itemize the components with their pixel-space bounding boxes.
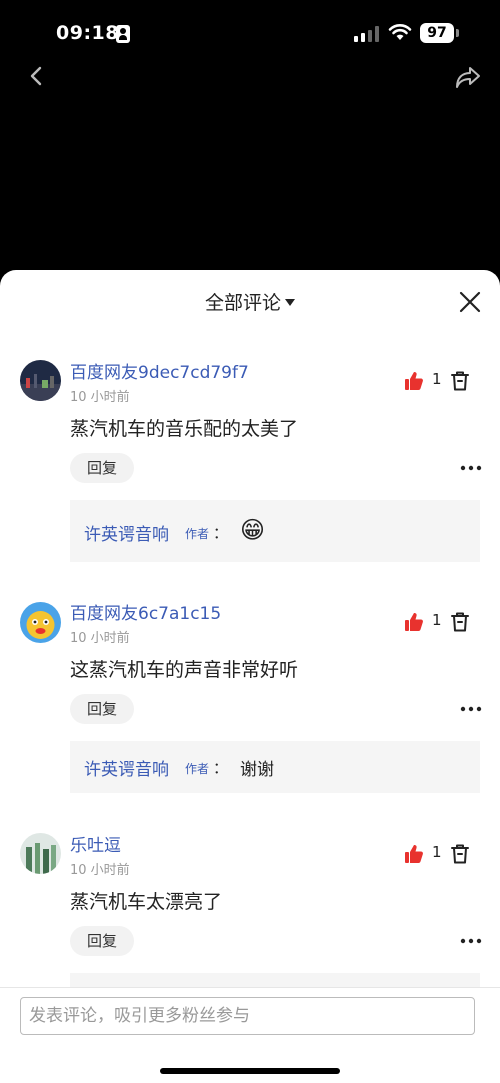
sort-dropdown[interactable]: 全部评论 — [0, 288, 500, 315]
like-button[interactable]: 1 — [404, 369, 444, 393]
user-name[interactable]: 百度网友9dec7cd79f7 — [70, 358, 249, 383]
reply-content: 谢谢 — [240, 760, 274, 780]
avatar[interactable] — [20, 360, 61, 401]
thumbs-up-icon — [405, 372, 423, 390]
comment-input[interactable] — [20, 997, 475, 1035]
close-icon[interactable] — [458, 290, 482, 314]
trash-icon[interactable] — [451, 612, 469, 632]
comment-time: 10 小时前 — [70, 863, 130, 878]
thumbs-up-icon — [405, 613, 423, 631]
status-bar: 09:18 97 — [0, 0, 500, 64]
comment-sheet: 全部评论 百度网友9dec7cd79f7 10 小时前 蒸汽机车的音乐配的太美了… — [0, 270, 500, 1083]
share-icon[interactable] — [454, 64, 482, 90]
reply-button[interactable]: 回复 — [70, 926, 134, 956]
sheet-title-label: 全部评论 — [204, 292, 281, 314]
wifi-icon — [388, 24, 412, 40]
reply-author[interactable]: 许英谔音响 — [84, 755, 169, 780]
reply-button[interactable]: 回复 — [70, 453, 134, 483]
back-icon[interactable] — [26, 64, 50, 88]
battery-level: 97 — [420, 23, 454, 43]
sheet-header: 全部评论 — [0, 270, 500, 334]
more-icon[interactable] — [459, 705, 483, 713]
comment-time: 10 小时前 — [70, 631, 130, 646]
avatar[interactable] — [20, 833, 61, 874]
comment-text: 蒸汽机车太漂亮了 — [70, 891, 223, 913]
comment-time: 10 小时前 — [70, 390, 130, 405]
status-time: 09:18 — [56, 22, 119, 44]
battery-tip — [456, 29, 459, 37]
reply-content: 😁 — [240, 516, 266, 544]
signal-icon — [354, 26, 379, 42]
author-tag: 作者 — [185, 527, 210, 541]
author-reply[interactable]: 许英谔音响 作者 ： 谢谢 — [70, 741, 480, 793]
comment-text: 这蒸汽机车的声音非常好听 — [70, 659, 299, 681]
like-button[interactable]: 1 — [404, 610, 444, 634]
like-button[interactable]: 1 — [404, 842, 444, 866]
more-icon[interactable] — [459, 464, 483, 472]
thumbs-up-icon — [405, 845, 423, 863]
reply-author[interactable]: 许英谔音响 — [84, 520, 169, 545]
id-card-icon — [116, 25, 130, 43]
avatar[interactable] — [20, 602, 61, 643]
like-count: 1 — [432, 611, 442, 629]
comment-input-bar — [0, 987, 500, 1083]
reply-colon: ： — [213, 524, 229, 542]
caret-down-icon — [285, 299, 295, 306]
reply-colon: ： — [213, 759, 229, 777]
like-count: 1 — [432, 843, 442, 861]
trash-icon[interactable] — [451, 844, 469, 864]
like-count: 1 — [432, 370, 442, 388]
more-icon[interactable] — [459, 937, 483, 945]
author-tag: 作者 — [185, 762, 210, 776]
reply-button[interactable]: 回复 — [70, 694, 134, 724]
trash-icon[interactable] — [451, 371, 469, 391]
user-name[interactable]: 乐吐逗 — [70, 831, 121, 856]
author-reply[interactable]: 许英谔音响 作者 ： 😁 — [70, 500, 480, 562]
user-name[interactable]: 百度网友6c7a1c15 — [70, 599, 221, 624]
comment-text: 蒸汽机车的音乐配的太美了 — [70, 418, 299, 440]
home-indicator — [160, 1068, 340, 1074]
